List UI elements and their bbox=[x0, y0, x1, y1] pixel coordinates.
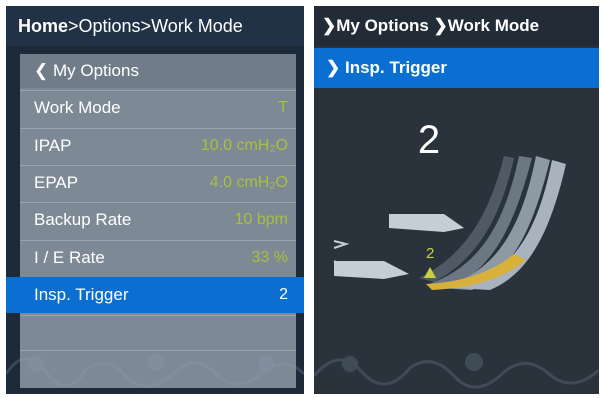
breadcrumb-work-mode[interactable]: Work Mode bbox=[448, 16, 539, 35]
breadcrumb: Home>Options>Work Mode bbox=[6, 6, 304, 46]
gauge-marker-label: 2 bbox=[426, 245, 434, 262]
menu-item-label: EPAP bbox=[34, 173, 79, 192]
left-screen: Home>Options>Work Mode ❮ My Options Work… bbox=[6, 6, 304, 394]
chevron-right-icon: ❯ bbox=[433, 16, 448, 35]
menu-item-label: Insp. Trigger bbox=[34, 285, 129, 304]
chevron-right-icon: ❯ bbox=[322, 16, 337, 35]
menu-item-label: IPAP bbox=[34, 136, 72, 155]
menu-item-ie-rate[interactable]: I / E Rate 33 % bbox=[20, 240, 296, 274]
menu-item-backup-rate[interactable]: Backup Rate 10 bpm bbox=[20, 202, 296, 236]
lower-pointer bbox=[334, 261, 409, 279]
breadcrumb-path: >Options>Work Mode bbox=[68, 16, 243, 36]
menu-item-value: 10.0 cmH₂O bbox=[200, 137, 288, 154]
menu-item-value: 2 bbox=[279, 286, 288, 303]
menu-item-value: 33 % bbox=[251, 249, 288, 266]
menu-item-epap[interactable]: EPAP 4.0 cmH₂O bbox=[20, 165, 296, 199]
floral-pattern bbox=[314, 353, 599, 389]
chevron-right-icon: ❯ bbox=[326, 58, 341, 77]
menu-item-value: T bbox=[278, 99, 288, 116]
breadcrumb-home[interactable]: Home bbox=[18, 16, 68, 36]
menu-item-ipap[interactable]: IPAP 10.0 cmH₂O bbox=[20, 128, 296, 162]
breadcrumb-right: ❯My Options ❯Work Mode bbox=[314, 6, 599, 46]
menu-item-label: Work Mode bbox=[34, 98, 121, 117]
back-to-my-options[interactable]: ❮ My Options bbox=[20, 54, 296, 88]
upper-pointer bbox=[389, 214, 464, 232]
menu-item-label: Backup Rate bbox=[34, 210, 132, 229]
menu-item-value: 10 bpm bbox=[234, 211, 288, 228]
breadcrumb-my-options[interactable]: My Options bbox=[336, 16, 429, 35]
chevron-left-icon: ❮ bbox=[34, 61, 49, 80]
menu-item-insp-trigger[interactable]: Insp. Trigger 2 bbox=[6, 277, 304, 313]
menu-item-label: I / E Rate bbox=[34, 248, 105, 267]
right-screen: ❯My Options ❯Work Mode ❯ Insp. Trigger 2… bbox=[314, 6, 599, 394]
menu-item-value: 4.0 cmH₂O bbox=[209, 174, 288, 191]
back-label: My Options bbox=[52, 61, 139, 80]
insp-trigger-header[interactable]: ❯ Insp. Trigger bbox=[314, 48, 599, 88]
sub-header-label: Insp. Trigger bbox=[344, 58, 448, 77]
tick-mark bbox=[333, 240, 350, 249]
menu-item-work-mode[interactable]: Work Mode T bbox=[20, 90, 296, 124]
floral-pattern bbox=[6, 353, 304, 388]
